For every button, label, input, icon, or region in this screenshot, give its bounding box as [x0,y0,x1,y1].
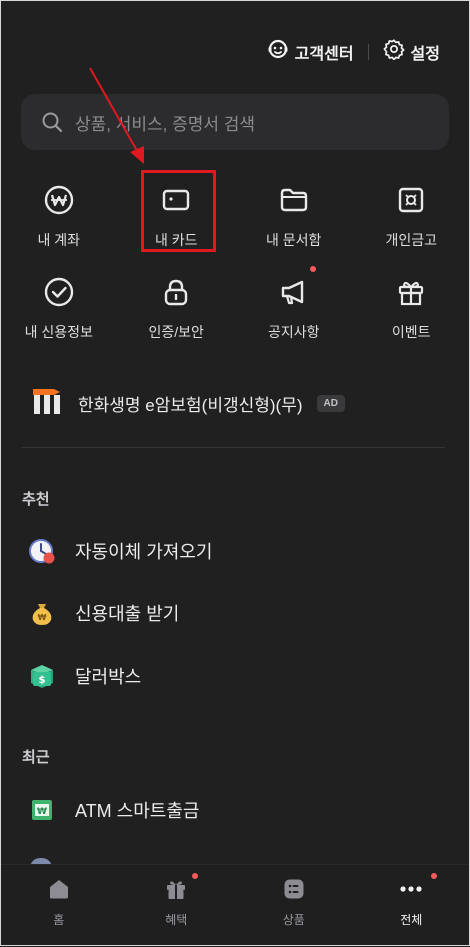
menu-my-documents-label: 내 문서함 [266,230,321,250]
product-list-icon [282,877,306,906]
settings-button[interactable]: 설정 [383,38,440,65]
tab-benefits-label: 혜택 [165,911,187,928]
clock-transfer-icon [28,537,56,565]
gear-icon [383,38,405,65]
svg-text:$: $ [39,675,46,686]
menu-notices[interactable]: 공지사항 [235,270,353,362]
recent-title: 최근 [22,746,50,767]
tab-products-label: 상품 [283,911,305,928]
menu-credit-info[interactable]: 내 신용정보 [0,270,118,362]
top-bar: 고객센터 설정 [267,38,440,65]
headset-icon [267,38,289,65]
menu-my-account-label: 내 계좌 [37,230,80,250]
tab-all[interactable]: 전체 [353,865,470,947]
notices-new-dot [310,266,316,272]
top-bar-divider [368,44,369,60]
search-icon [41,111,63,133]
recommended-item-credit-loan[interactable]: ₩ 신용대출 받기 [28,599,179,627]
highlight-box [141,170,216,252]
gift-icon [395,272,427,312]
lock-icon [160,272,192,312]
svg-text:₩: ₩ [38,613,47,622]
dollar-box-icon: $ [28,662,56,690]
menu-personal-safe[interactable]: 개인금고 [353,178,470,270]
customer-center-button[interactable]: 고객센터 [267,38,354,65]
section-divider [21,447,445,448]
menu-personal-safe-label: 개인금고 [385,230,437,250]
customer-center-label: 고객센터 [295,40,354,64]
ad-badge: AD [317,395,345,412]
recent-item-atm[interactable]: ₩ ATM 스마트출금 [28,796,199,824]
recommended-item-label: 자동이체 가져오기 [75,538,212,564]
ad-text: 한화생명 e암보험(비갱신형)(무) [78,391,303,416]
atm-cash-icon: ₩ [28,796,56,824]
tab-all-label: 전체 [400,911,422,928]
svg-text:₩: ₩ [37,807,47,817]
recommended-item-auto-transfer[interactable]: 자동이체 가져오기 [28,537,212,565]
menu-row-2: 내 신용정보 인증/보안 공지사항 이벤트 [0,270,470,362]
more-dots-icon [397,877,425,906]
tab-products[interactable]: 상품 [235,865,353,947]
annotation-arrow [80,60,160,170]
recent-item-label: ATM 스마트출금 [75,797,199,823]
menu-events-label: 이벤트 [392,322,431,342]
menu-grid: 내 계좌 내 카드 내 문서함 개인금고 내 신용정보 [0,178,470,362]
menu-my-account[interactable]: 내 계좌 [0,178,118,270]
settings-label: 설정 [411,40,440,64]
tab-home[interactable]: 홈 [0,865,118,947]
gift-tab-icon [164,877,188,906]
menu-credit-info-label: 내 신용정보 [25,322,93,342]
hanwha-logo-icon [32,386,62,421]
won-circle-icon [43,180,75,220]
menu-my-documents[interactable]: 내 문서함 [235,178,353,270]
recommended-title: 추천 [22,488,50,509]
safe-icon [395,180,427,220]
home-icon [47,877,71,906]
tab-home-label: 홈 [53,911,64,928]
ad-banner[interactable]: 한화생명 e암보험(비갱신형)(무) AD [32,386,345,421]
menu-row-1: 내 계좌 내 카드 내 문서함 개인금고 [0,178,470,270]
menu-auth-security-label: 인증/보안 [149,322,204,342]
bottom-nav: 홈 혜택 상품 전체 [0,864,470,947]
recommended-item-dollar-box[interactable]: $ 달러박스 [28,662,141,690]
check-circle-icon [43,272,75,312]
recommended-item-label: 신용대출 받기 [75,600,179,626]
menu-notices-label: 공지사항 [268,322,320,342]
benefits-new-dot [192,873,198,879]
menu-auth-security[interactable]: 인증/보안 [118,270,236,362]
recommended-item-label: 달러박스 [75,663,141,689]
money-bag-icon: ₩ [28,599,56,627]
all-new-dot [431,873,437,879]
megaphone-icon [278,272,310,312]
folder-icon [278,180,310,220]
menu-events[interactable]: 이벤트 [353,270,470,362]
tab-benefits[interactable]: 혜택 [118,865,236,947]
